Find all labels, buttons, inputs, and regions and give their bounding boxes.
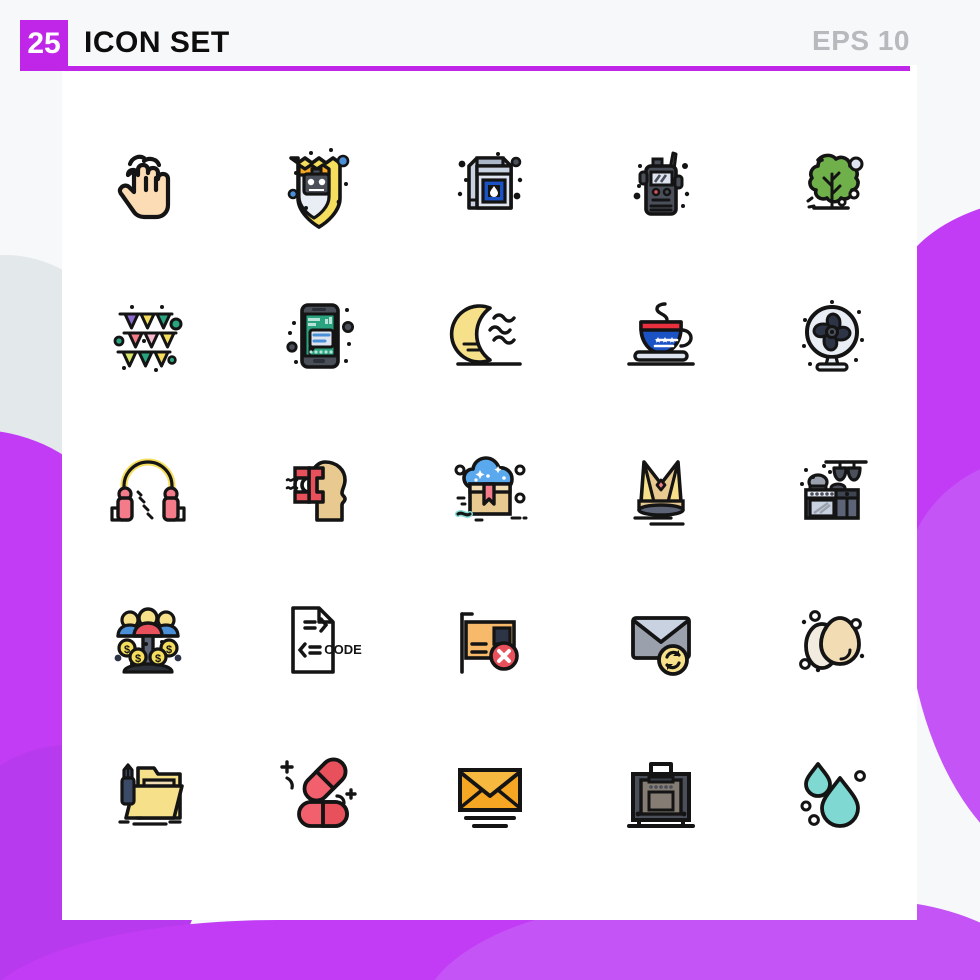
icon-cell-code-file[interactable]: CODE xyxy=(233,564,404,716)
icon-cell-bunting-flags[interactable] xyxy=(62,260,233,412)
icon-cell-magnet-head[interactable] xyxy=(233,412,404,564)
kitchen-stove-icon xyxy=(799,460,868,520)
two-finger-gesture-icon xyxy=(117,154,170,220)
briefcase-icon xyxy=(626,762,695,828)
icon-grid: $ $ $ $ CODE xyxy=(62,108,917,868)
icon-cell-two-finger-gesture[interactable] xyxy=(62,108,233,260)
icon-cell-folder-settings[interactable] xyxy=(62,716,233,868)
svg-text:$: $ xyxy=(154,653,160,665)
water-drops-icon xyxy=(800,762,866,828)
headphones-icon xyxy=(109,458,186,522)
icon-cell-moon-fog[interactable] xyxy=(404,260,575,412)
icon-set-page: 25 ICON SET EPS 10 $ $ $ $ CODE xyxy=(0,0,980,980)
icon-cell-tree[interactable] xyxy=(746,108,917,260)
eggs-icon xyxy=(798,610,864,673)
envelope-send-icon xyxy=(457,768,522,828)
walkie-talkie-icon xyxy=(633,151,689,216)
icon-cell-mail-sync[interactable] xyxy=(575,564,746,716)
icon-cell-crowdfunding[interactable]: $ $ $ $ xyxy=(62,564,233,716)
icon-cell-briefcase[interactable] xyxy=(575,716,746,868)
svg-text:$: $ xyxy=(134,653,140,665)
moon-fog-night-icon xyxy=(449,304,522,366)
code-file-label: CODE xyxy=(324,642,362,657)
icon-cell-milk-carton[interactable] xyxy=(404,108,575,260)
pills-capsules-icon xyxy=(279,757,357,828)
bunting-flags-icon xyxy=(113,305,182,372)
milk-carton-icon xyxy=(457,152,522,210)
crowdfunding-coins-icon: $ $ $ $ xyxy=(114,607,181,674)
magnet-head-icon xyxy=(285,460,347,522)
smartphone-chat-icon xyxy=(285,303,354,369)
icon-cell-pills[interactable] xyxy=(233,716,404,868)
header-divider xyxy=(20,66,910,71)
tree-icon xyxy=(806,153,863,210)
mail-sync-icon xyxy=(630,616,691,676)
header: 25 ICON SET EPS 10 xyxy=(0,0,980,71)
electric-fan-icon xyxy=(801,300,864,372)
folder-settings-icon xyxy=(117,763,184,826)
icon-cell-walkie-talkie[interactable] xyxy=(575,108,746,260)
flag-coffee-cup-icon xyxy=(626,302,695,366)
robot-badge-shield-icon xyxy=(287,148,349,229)
icon-cell-water-drops[interactable] xyxy=(746,716,917,868)
icon-cell-envelope[interactable] xyxy=(404,716,575,868)
icon-cell-gift-box-cloud[interactable] xyxy=(404,412,575,564)
icon-count-badge: 25 xyxy=(20,20,68,69)
icon-cell-flag-coffee-cup[interactable] xyxy=(575,260,746,412)
icon-cell-robot-badge[interactable] xyxy=(233,108,404,260)
icon-cell-crown[interactable] xyxy=(575,412,746,564)
icon-cell-eggs[interactable] xyxy=(746,564,917,716)
page-title: ICON SET xyxy=(84,26,230,59)
gift-box-cloud-icon xyxy=(454,456,527,522)
code-file-icon: CODE xyxy=(290,606,362,674)
icon-cell-kitchen-stove[interactable] xyxy=(746,412,917,564)
mail-delete-icon xyxy=(459,612,519,674)
crown-icon xyxy=(632,460,685,526)
background-blob-bottom xyxy=(0,920,980,980)
icon-cell-mail-delete[interactable] xyxy=(404,564,575,716)
icon-cell-electric-fan[interactable] xyxy=(746,260,917,412)
icon-cell-headphones[interactable] xyxy=(62,412,233,564)
eps-version-label: EPS 10 xyxy=(812,25,910,56)
icon-cell-smartphone-chat[interactable] xyxy=(233,260,404,412)
